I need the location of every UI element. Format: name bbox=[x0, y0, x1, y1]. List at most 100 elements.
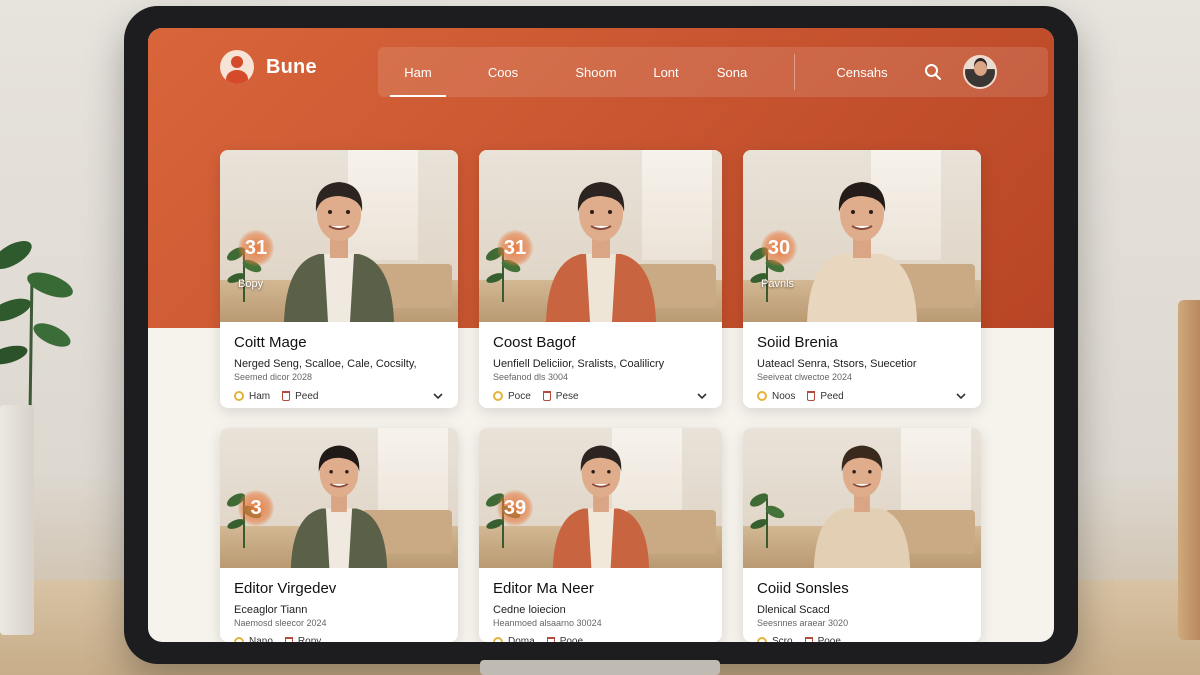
card-action-secondary[interactable]: Ropy bbox=[284, 636, 322, 642]
card-action-secondary[interactable]: Peed bbox=[282, 391, 318, 402]
card-subtitle: Cedne loiecion bbox=[493, 604, 566, 616]
chevron-down-icon[interactable] bbox=[432, 390, 444, 402]
brand[interactable]: Bune bbox=[220, 50, 317, 84]
card-action-primary[interactable]: Poce bbox=[493, 391, 531, 402]
card-action-primary[interactable]: Noos bbox=[757, 391, 795, 402]
nav-item-ham[interactable]: Ham bbox=[378, 47, 458, 97]
card-action-primary-label: Scro bbox=[772, 636, 793, 642]
card-meta: Seeiveat clwectoe 2024 bbox=[757, 372, 853, 382]
card-action-secondary[interactable]: Pooe bbox=[546, 636, 584, 642]
card-title: Coost Bagof bbox=[493, 334, 576, 351]
trash-icon bbox=[807, 391, 816, 401]
side-object bbox=[1178, 300, 1200, 640]
badge-icon bbox=[493, 391, 503, 401]
profile-card[interactable]: Coiid Sonsles Dlenical Scacd Seesnnes ar… bbox=[743, 428, 981, 642]
card-body: Coitt Mage Nerged Seng, Scalloe, Cale, C… bbox=[220, 322, 458, 408]
profile-photo: 31 bbox=[479, 150, 722, 322]
card-action-primary-label: Nano bbox=[249, 636, 273, 642]
trash-icon bbox=[546, 636, 555, 642]
profile-card[interactable]: 31 Coost Bagof Uenfiell Deliciior, Srali… bbox=[479, 150, 722, 408]
card-action-primary[interactable]: Doma bbox=[493, 636, 535, 642]
top-nav: Ham Coos Shoom Lont Sona Censahs bbox=[378, 47, 1048, 97]
card-action-secondary-label: Peed bbox=[820, 390, 844, 402]
card-subtitle: Dlenical Scacd bbox=[757, 604, 830, 616]
profile-photo: 31 Bopy bbox=[220, 150, 458, 322]
profile-photo bbox=[743, 428, 981, 568]
badge-icon bbox=[493, 636, 503, 642]
card-action-primary-label: Doma bbox=[508, 636, 535, 642]
profile-photo: 30 Pavnls bbox=[743, 150, 981, 322]
card-action-primary[interactable]: Nano bbox=[234, 636, 273, 642]
card-body: Editor Virgedev Eceaglor Tiann Naemosd s… bbox=[220, 568, 458, 642]
card-meta: Seemed dicor 2028 bbox=[234, 372, 313, 382]
card-actions: Ham Peed bbox=[234, 390, 444, 402]
card-subtitle: Uenfiell Deliciior, Sralists, Coalilicry bbox=[493, 358, 665, 370]
search-button[interactable] bbox=[913, 52, 953, 92]
profile-card[interactable]: 3 Editor Virgedev Eceaglor Tiann Naemosd… bbox=[220, 428, 458, 642]
brand-name: Bune bbox=[266, 55, 317, 78]
card-action-secondary[interactable]: Pooe bbox=[804, 636, 841, 642]
card-title: Editor Ma Neer bbox=[493, 580, 594, 597]
app-header: Bune Ham Coos Shoom Lont Sona Censahs bbox=[148, 28, 1054, 108]
count-badge: 30 bbox=[761, 230, 797, 266]
nav-item-sona[interactable]: Sona bbox=[688, 47, 776, 97]
card-action-secondary-label: Pese bbox=[555, 390, 579, 402]
nav-divider bbox=[794, 54, 795, 90]
nav-item-lont[interactable]: Lont bbox=[644, 47, 688, 97]
card-action-primary[interactable]: Ham bbox=[234, 391, 270, 402]
card-action-secondary-label: Ropy bbox=[297, 636, 322, 642]
app-screen: Bune Ham Coos Shoom Lont Sona Censahs 31… bbox=[148, 28, 1054, 642]
card-title: Coiid Sonsles bbox=[757, 580, 849, 597]
avatar-icon[interactable] bbox=[963, 55, 997, 89]
card-subtitle: Eceaglor Tiann bbox=[234, 604, 308, 616]
chevron-down-icon[interactable] bbox=[955, 390, 967, 402]
profile-card[interactable]: 31 Bopy Coitt Mage Nerged Seng, Scalloe,… bbox=[220, 150, 458, 408]
photo-caption: Pavnls bbox=[761, 278, 795, 290]
card-meta: Naemosd sleecor 2024 bbox=[234, 618, 327, 628]
person-portrait bbox=[284, 182, 394, 322]
card-action-secondary[interactable]: Pese bbox=[542, 390, 579, 402]
card-meta: Seesnnes araear 3020 bbox=[757, 618, 849, 628]
card-action-primary-label: Ham bbox=[249, 390, 271, 402]
person-portrait bbox=[813, 445, 911, 568]
profile-card[interactable]: 39 Editor Ma Neer Cedne loiecion Heanmoe… bbox=[479, 428, 722, 642]
card-actions: Noos Peed bbox=[757, 390, 967, 402]
card-action-secondary-label: Pooe bbox=[559, 636, 584, 642]
nav-item-shoom[interactable]: Shoom bbox=[548, 47, 644, 97]
profile-card[interactable]: 30 Pavnls Soiid Brenia Uateacl Senra, St… bbox=[743, 150, 981, 408]
trash-icon bbox=[284, 636, 293, 642]
card-title: Coitt Mage bbox=[234, 334, 307, 351]
trash-icon bbox=[804, 636, 813, 642]
card-meta: Heanmoed alsaarno 30024 bbox=[493, 618, 602, 628]
nav-item-coos[interactable]: Coos bbox=[458, 47, 548, 97]
card-body: Editor Ma Neer Cedne loiecion Heanmoed a… bbox=[479, 568, 722, 642]
card-action-secondary-label: Peed bbox=[295, 390, 319, 402]
card-action-primary[interactable]: Scro bbox=[757, 636, 793, 642]
card-title: Editor Virgedev bbox=[234, 580, 337, 597]
count-badge: 39 bbox=[497, 490, 533, 526]
card-actions: Nano Ropy bbox=[234, 636, 444, 642]
card-meta: Seefanod dls 3004 bbox=[493, 372, 569, 382]
person-portrait bbox=[545, 182, 656, 322]
badge-icon bbox=[757, 391, 767, 401]
count-badge: 31 bbox=[238, 230, 274, 266]
card-actions: Scro Pooe bbox=[757, 636, 967, 642]
chevron-down-icon[interactable] bbox=[696, 390, 708, 402]
person-portrait bbox=[552, 445, 649, 568]
person-portrait bbox=[290, 445, 388, 568]
badge-icon bbox=[234, 391, 244, 401]
tablet-stand bbox=[480, 660, 720, 675]
nav-item-censahs[interactable]: Censahs bbox=[825, 47, 899, 97]
houseplant-icon bbox=[0, 241, 73, 415]
card-subtitle: Uateacl Senra, Stsors, Suecetior bbox=[757, 358, 917, 370]
card-subtitle: Nerged Seng, Scalloe, Cale, Cocsilty, bbox=[234, 358, 417, 370]
badge-icon bbox=[757, 636, 767, 642]
trash-icon bbox=[542, 391, 551, 401]
person-portrait bbox=[807, 182, 917, 322]
card-body: Coiid Sonsles Dlenical Scacd Seesnnes ar… bbox=[743, 568, 981, 642]
user-logo-icon bbox=[220, 50, 254, 84]
card-title: Soiid Brenia bbox=[757, 334, 838, 351]
trash-icon bbox=[282, 391, 291, 401]
card-body: Coost Bagof Uenfiell Deliciior, Sralists… bbox=[479, 322, 722, 408]
card-action-secondary[interactable]: Peed bbox=[807, 390, 844, 402]
